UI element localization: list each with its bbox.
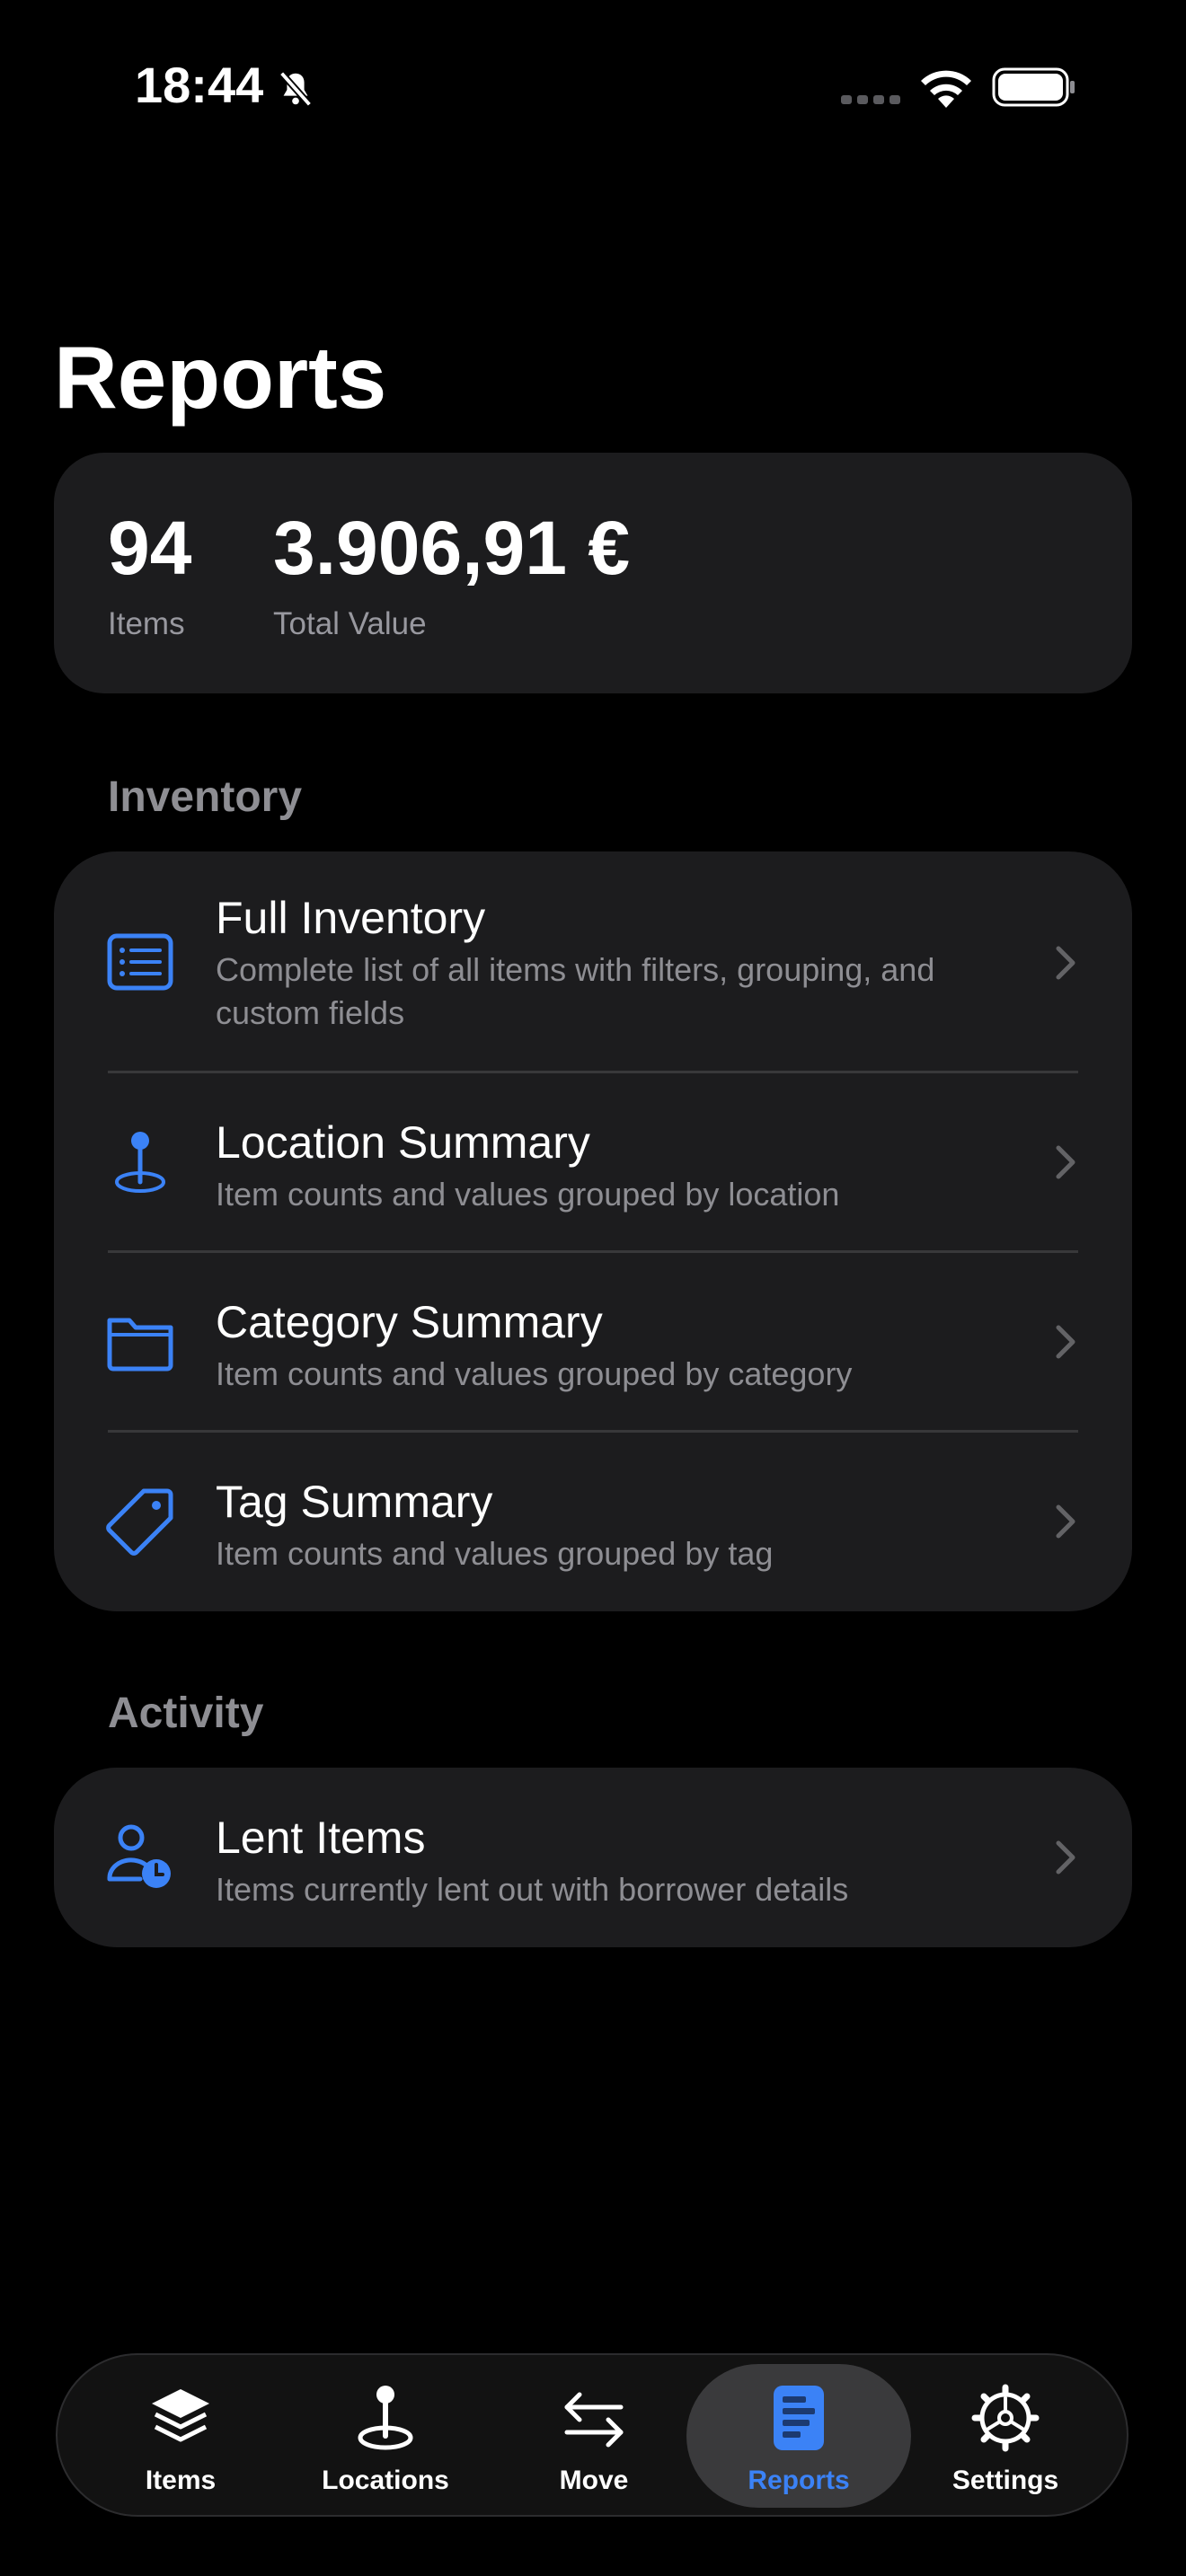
arrows-swap-icon: [564, 2392, 624, 2448]
tab-label: Locations: [322, 2466, 449, 2495]
gear-icon: [971, 2384, 1040, 2452]
tab-locations[interactable]: Locations: [273, 2364, 498, 2508]
location-pin-icon: [115, 1132, 165, 1193]
total-value-label: Total Value: [273, 606, 427, 641]
tab-label: Move: [559, 2466, 629, 2495]
list-item-location-summary[interactable]: Location Summary Item counts and values …: [54, 1072, 1132, 1252]
tag-icon: [106, 1488, 173, 1556]
row-title: Category Summary: [216, 1297, 603, 1347]
section-header-inventory: Inventory: [108, 773, 303, 821]
stack-icon: [152, 2389, 209, 2442]
battery-icon: [992, 67, 1075, 107]
bell-slash-icon: [279, 71, 313, 107]
chevron-right-icon: [1056, 1325, 1075, 1359]
items-count: 94: [108, 506, 192, 590]
items-label: Items: [108, 606, 185, 641]
tab-items[interactable]: Items: [68, 2364, 293, 2508]
page-title: Reports: [54, 328, 387, 427]
tab-label: Items: [145, 2466, 217, 2495]
list-item-category-summary[interactable]: Category Summary Item counts and values …: [54, 1252, 1132, 1432]
row-subtitle: Item counts and values grouped by tag: [216, 1535, 774, 1572]
activity-list: Lent Items Items currently lent out with…: [54, 1768, 1132, 1947]
row-subtitle: Item counts and values grouped by locati…: [216, 1176, 840, 1213]
list-item-lent-items[interactable]: Lent Items Items currently lent out with…: [54, 1768, 1132, 1947]
row-title: Full Inventory: [216, 893, 486, 943]
status-bar: 18:44: [0, 0, 1186, 171]
tab-label: Settings: [951, 2466, 1059, 2495]
row-subtitle: Complete list of all items with filters,…: [216, 951, 935, 1031]
cellular-signal-icon: [841, 95, 900, 104]
report-icon: [774, 2386, 824, 2450]
section-header-activity: Activity: [108, 1689, 264, 1737]
chevron-right-icon: [1056, 1504, 1075, 1539]
total-value: 3.906,91 €: [273, 506, 631, 590]
list-icon: [107, 933, 173, 991]
location-pin-icon: [358, 2386, 413, 2450]
tab-reports[interactable]: Reports: [686, 2364, 911, 2508]
tab-bar: Items Locations Move Reports Settings: [56, 2353, 1128, 2517]
status-time: 18:44: [135, 57, 264, 113]
row-subtitle: Items currently lent out with borrower d…: [216, 1871, 849, 1908]
person-clock-icon: [107, 1824, 171, 1888]
row-title: Location Summary: [216, 1117, 590, 1168]
chevron-right-icon: [1056, 946, 1075, 980]
total-value-stat: 3.906,91 € Total Value: [273, 503, 630, 643]
chevron-right-icon: [1056, 1840, 1075, 1875]
tab-label: Reports: [748, 2466, 850, 2495]
row-title: Lent Items: [216, 1813, 426, 1863]
row-title: Tag Summary: [216, 1477, 493, 1527]
tab-settings[interactable]: Settings: [893, 2364, 1118, 2508]
chevron-right-icon: [1056, 1145, 1075, 1179]
folder-icon: [107, 1318, 173, 1372]
inventory-list: Full Inventory Complete list of all item…: [54, 851, 1132, 1611]
list-item-tag-summary[interactable]: Tag Summary Item counts and values group…: [54, 1432, 1132, 1611]
list-item-full-inventory[interactable]: Full Inventory Complete list of all item…: [54, 851, 1132, 1072]
tab-move[interactable]: Move: [482, 2364, 706, 2508]
summary-card: 94 Items 3.906,91 € Total Value: [54, 453, 1132, 693]
wifi-icon: [921, 70, 971, 108]
row-subtitle: Item counts and values grouped by catego…: [216, 1355, 853, 1392]
items-stat: 94 Items: [108, 503, 191, 643]
